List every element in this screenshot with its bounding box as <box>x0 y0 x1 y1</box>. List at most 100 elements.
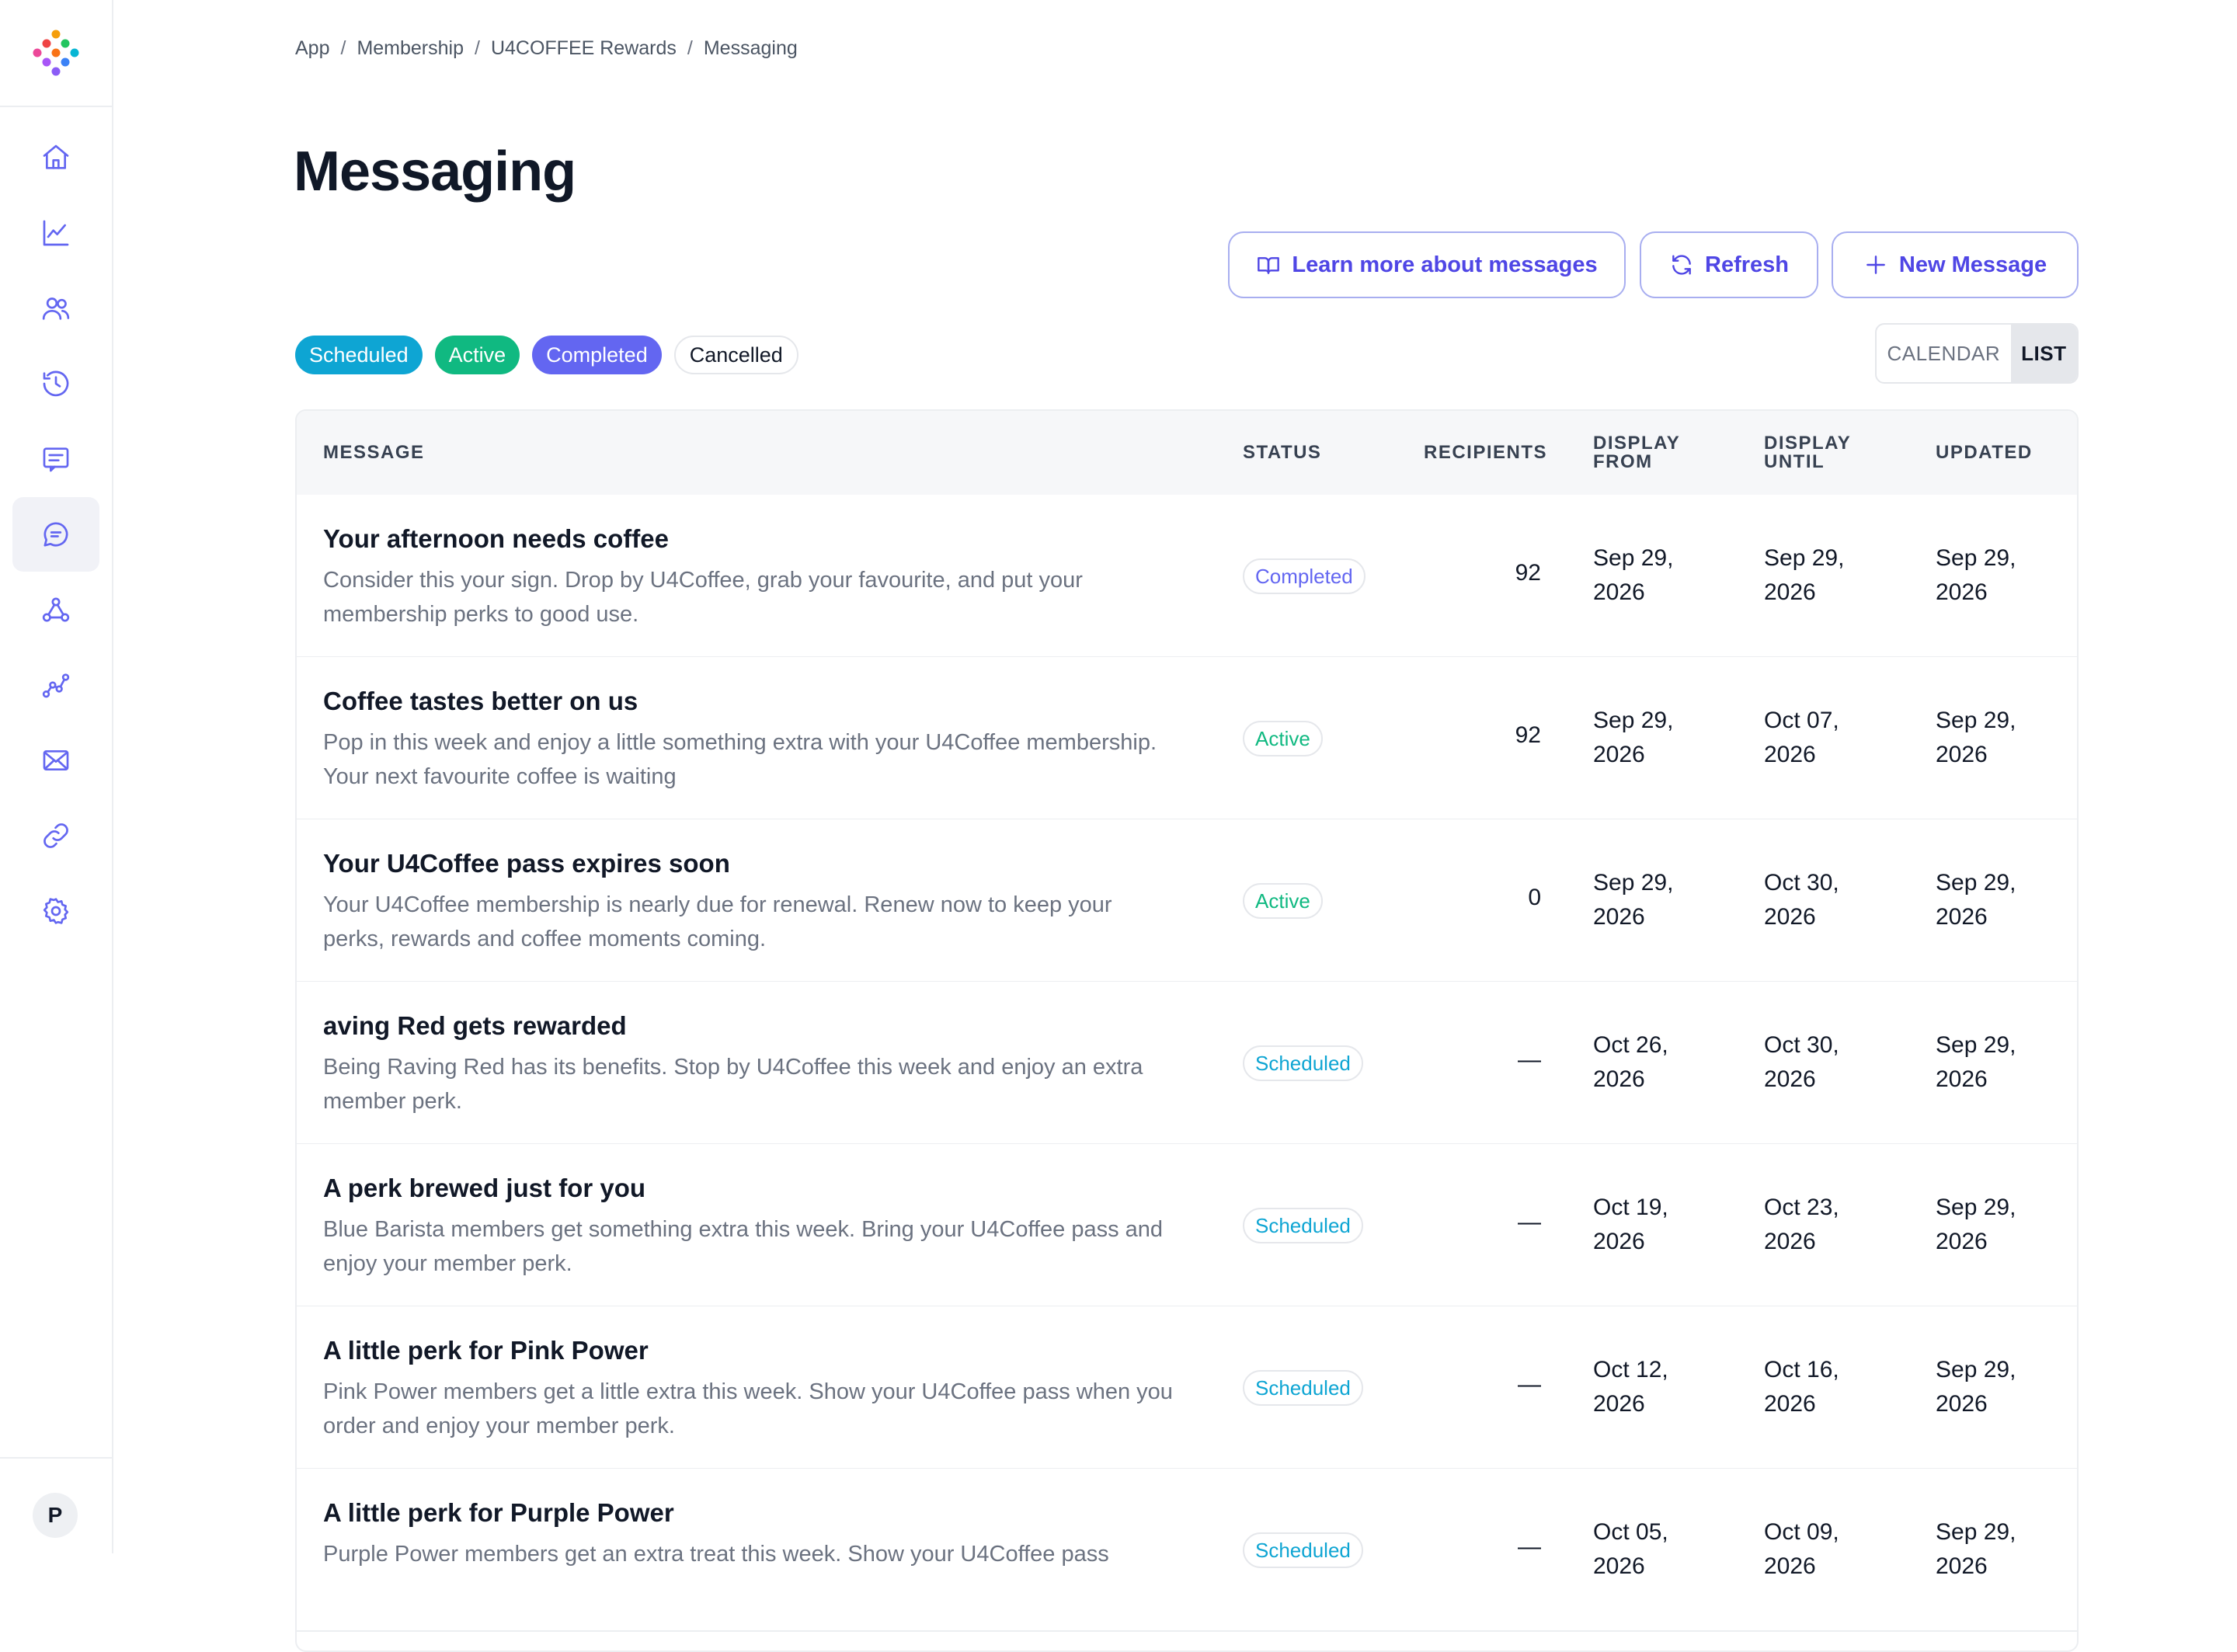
page-title: Messaging <box>294 141 576 203</box>
display-from-date: Oct 26, 2026 <box>1593 1032 1668 1092</box>
sidebar: P <box>0 0 113 1553</box>
breadcrumb-item-membership[interactable]: Membership <box>357 37 464 60</box>
updated-date: Sep 29, 2026 <box>1936 1357 2016 1417</box>
column-header-recipients[interactable]: RECIPIENTS <box>1424 443 1547 462</box>
chat-bubble-icon <box>43 522 68 547</box>
new-message-label: New Message <box>1898 252 2047 277</box>
breadcrumb-item-app[interactable]: App <box>295 37 329 60</box>
column-header-updated[interactable]: UPDATED <box>1936 443 2033 462</box>
table-row[interactable]: Your U4Coffee pass expires soon Your U4Co… <box>297 819 2077 983</box>
filter-scheduled[interactable]: Scheduled <box>295 336 423 374</box>
updated-date: Sep 29, 2026 <box>1936 1519 2016 1579</box>
sidebar-footer: P <box>0 1457 112 1555</box>
column-header-display-from[interactable]: DISPLAY FROM <box>1593 434 1686 471</box>
message-description: Pop in this week and enjoy a little some… <box>323 730 1157 789</box>
sidebar-item-links[interactable] <box>12 798 99 873</box>
message-title[interactable]: A little perk for Purple Power <box>323 1498 674 1528</box>
display-from-date: Oct 19, 2026 <box>1593 1195 1668 1254</box>
recipients-count: — <box>1518 1047 1541 1073</box>
sidebar-item-webhooks[interactable] <box>12 572 99 647</box>
sidebar-item-insights[interactable] <box>12 648 99 722</box>
logo-area <box>0 0 112 107</box>
display-until-date: Oct 30, 2026 <box>1764 1032 1839 1092</box>
table-row[interactable]: A little perk for Purple Power Purple Pow… <box>297 1469 2077 1632</box>
avatar[interactable]: P <box>33 1493 78 1538</box>
status-badge: Scheduled <box>1243 1045 1363 1081</box>
breadcrumb-item-rewards[interactable]: U4COFFEE Rewards <box>491 37 677 60</box>
sidebar-item-content[interactable] <box>12 422 99 496</box>
plus-icon <box>1866 256 1885 274</box>
display-until-date: Oct 07, 2026 <box>1764 708 1839 767</box>
status-badge: Scheduled <box>1243 1208 1363 1243</box>
status-badge: Completed <box>1243 558 1366 594</box>
chart-line-icon <box>43 220 69 246</box>
list-view-tab[interactable]: LIST <box>2010 325 2077 382</box>
status-badge: Active <box>1243 721 1323 756</box>
table-row[interactable]: Your afternoon needs coffee Consider this… <box>297 495 2077 658</box>
webhook-icon <box>42 597 70 622</box>
column-header-display-until[interactable]: DISPLAY UNTIL <box>1764 434 1857 471</box>
book-open-icon <box>1258 257 1280 274</box>
gear-icon <box>43 898 69 924</box>
display-until-date: Oct 30, 2026 <box>1764 870 1839 930</box>
filter-cancelled[interactable]: Cancelled <box>673 336 798 374</box>
status-filters: Scheduled Active Completed Cancelled <box>295 336 798 374</box>
message-description: Consider this your sign. Drop by U4Coffe… <box>323 568 1083 627</box>
refresh-button[interactable]: Refresh <box>1640 231 1818 298</box>
calendar-view-tab[interactable]: CALENDAR <box>1877 325 2011 382</box>
sidebar-item-members[interactable] <box>12 271 99 346</box>
analytics-icon <box>42 673 70 698</box>
column-header-status[interactable]: STATUS <box>1243 443 1321 462</box>
filter-active[interactable]: Active <box>434 336 520 374</box>
message-description: Your U4Coffee membership is nearly due f… <box>323 892 1112 951</box>
message-description: Being Raving Red has its benefits. Stop … <box>323 1055 1143 1114</box>
learn-more-label: Learn more about messages <box>1292 252 1598 277</box>
recipients-count: — <box>1518 1209 1541 1235</box>
message-title[interactable]: aving Red gets rewarded <box>323 1011 627 1041</box>
column-header-message[interactable]: MESSAGE <box>323 443 425 462</box>
status-badge: Active <box>1243 883 1323 919</box>
sidebar-item-settings[interactable] <box>12 874 99 948</box>
message-title[interactable]: A little perk for Pink Power <box>323 1336 649 1365</box>
link-icon <box>43 823 68 848</box>
message-title[interactable]: A perk brewed just for you <box>323 1174 645 1203</box>
table-header: MESSAGE STATUS RECIPIENTS DISPLAY FROM D… <box>297 411 2077 496</box>
updated-date: Sep 29, 2026 <box>1936 545 2016 605</box>
display-from-date: Sep 29, 2026 <box>1593 545 1674 605</box>
table-row[interactable]: Coffee tastes better on us Pop in this we… <box>297 657 2077 820</box>
breadcrumb-separator: / <box>687 37 693 59</box>
sidebar-item-email[interactable] <box>12 723 99 798</box>
view-toggle: CALENDAR LIST <box>1875 323 2079 384</box>
sidebar-item-messaging[interactable] <box>12 497 99 572</box>
recipients-count: 92 <box>1515 560 1541 586</box>
mail-icon <box>43 750 69 770</box>
message-title[interactable]: Coffee tastes better on us <box>323 687 638 716</box>
app-logo[interactable] <box>33 30 79 76</box>
new-message-button[interactable]: New Message <box>1832 231 2079 298</box>
table-row[interactable]: A little perk for Pink Power Pink Power m… <box>297 1306 2077 1469</box>
display-from-date: Oct 05, 2026 <box>1593 1519 1668 1579</box>
breadcrumb: App / Membership / U4COFFEE Rewards / Me… <box>295 37 798 60</box>
sidebar-item-history[interactable] <box>12 346 99 421</box>
message-description: Pink Power members get a little extra th… <box>323 1379 1173 1438</box>
breadcrumb-separator: / <box>475 37 480 59</box>
learn-more-button[interactable]: Learn more about messages <box>1228 231 1626 298</box>
sidebar-item-analytics[interactable] <box>12 196 99 270</box>
table-row[interactable]: aving Red gets rewarded Being Raving Red … <box>297 982 2077 1145</box>
display-from-date: Oct 12, 2026 <box>1593 1357 1668 1417</box>
recipients-count: — <box>1518 1534 1541 1560</box>
message-description: Blue Barista members get something extra… <box>323 1217 1164 1276</box>
display-until-date: Oct 09, 2026 <box>1764 1519 1839 1579</box>
table-row[interactable]: A perk brewed just for you Blue Barista m… <box>297 1144 2077 1307</box>
status-badge: Scheduled <box>1243 1370 1363 1406</box>
updated-date: Sep 29, 2026 <box>1936 870 2016 930</box>
message-title[interactable]: Your afternoon needs coffee <box>323 524 669 554</box>
filter-completed[interactable]: Completed <box>532 336 662 374</box>
status-badge: Scheduled <box>1243 1532 1363 1568</box>
recipients-count: 0 <box>1528 885 1541 910</box>
updated-date: Sep 29, 2026 <box>1936 1032 2016 1092</box>
refresh-icon <box>1672 255 1691 275</box>
recipients-count: 92 <box>1515 722 1541 748</box>
sidebar-item-home[interactable] <box>12 120 99 195</box>
message-title[interactable]: Your U4Coffee pass expires soon <box>323 849 730 878</box>
